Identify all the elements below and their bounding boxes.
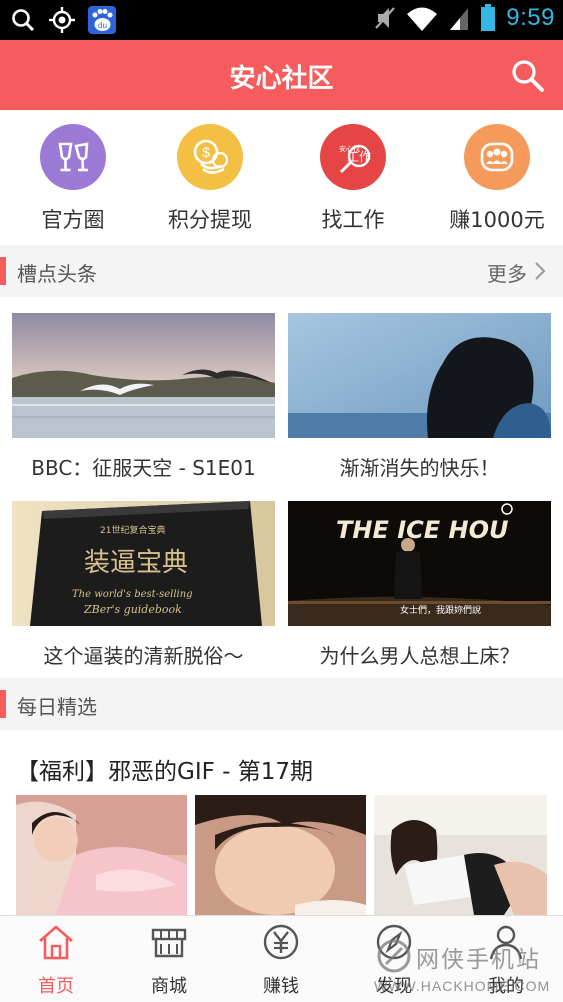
article-title: BBC：征服天空 - S1E01 [31,456,256,480]
gif-thumbnail-1[interactable] [16,795,187,915]
svg-text:$: $ [202,144,210,160]
header-search-icon[interactable] [509,57,545,93]
svg-text:21世纪复合宝典: 21世纪复合宝典 [100,524,165,536]
article-title: 为什么男人总想上床？ [319,644,520,668]
nav-label: 赚钱 [263,976,299,997]
more-link[interactable]: 更多 [487,258,527,287]
nav-discover[interactable]: 发现 [338,922,450,998]
daily-section-header: 每日精选 [0,678,563,730]
quick-entry-official[interactable]: 官方圈 [3,124,143,234]
quick-entry-label: 找工作 [321,208,385,232]
nav-label: 我的 [488,976,524,997]
svg-text:装逼宝典: 装逼宝典 [84,548,188,578]
nav-label: 首页 [38,976,74,997]
home-icon [39,925,73,960]
nav-label: 商城 [151,976,187,997]
battery-icon [481,4,496,31]
book-image: 21世纪复合宝典 装逼宝典 The world's best-selling Z… [12,501,275,626]
bottom-navigation: 首页 商城 赚钱 发现 我的 [0,915,563,1002]
baidu-icon: du [88,6,116,34]
group-icon [464,124,530,190]
article-title: 这个逼装的清新脱俗～ [43,644,244,668]
mute-icon [375,7,396,29]
title-bar: 安心社区 [0,40,563,110]
quick-entry-row: 官方圈 $ 积分提现 安心找 工作 找工作 赚1000元 [0,110,563,244]
chevron-right-icon[interactable] [533,261,547,281]
article-card[interactable]: THE ICE HOU 女士們，我跟妳們說 为什么男人总想上床？ [288,501,551,669]
wine-glasses-icon [40,124,106,190]
search-icon [12,9,35,32]
status-time: 9:59 [506,4,555,31]
yen-icon [263,924,299,960]
nav-home[interactable]: 首页 [0,922,112,998]
svg-text:THE ICE HOU: THE ICE HOU [336,516,508,544]
gif-thumbnail-3[interactable] [374,795,547,915]
svg-text:The world's best-selling: The world's best-selling [72,589,193,600]
page-title: 安心社区 [229,64,334,94]
daily-post-title[interactable]: 【福利】邪恶的GIF - 第17期 [16,752,313,786]
article-card[interactable]: 渐渐消失的快乐！ [288,313,551,481]
quick-entry-points[interactable]: $ 积分提现 [140,124,280,234]
ice-house-stage-image: THE ICE HOU 女士們，我跟妳們說 [288,501,551,626]
quick-entry-label: 赚1000元 [449,208,545,232]
status-bar: du 9:59 [0,0,563,40]
headlines-section-header: 槽点头条 更多 [0,245,563,297]
seagull-lake-image [12,313,275,438]
gps-icon [49,7,75,33]
quick-entry-label: 官方圈 [41,208,105,232]
signal-icon [450,8,469,30]
article-card[interactable]: 21世纪复合宝典 装逼宝典 The world's best-selling Z… [12,501,275,669]
section-accent-bar [0,690,6,718]
wifi-icon [407,7,438,31]
compass-icon [376,924,412,960]
article-card[interactable]: BBC：征服天空 - S1E01 [12,313,275,481]
gif-thumbnail-2[interactable] [195,795,366,915]
section-title: 每日精选 [17,695,97,719]
quick-entry-job[interactable]: 安心找 工作 找工作 [283,124,423,234]
baidu-text: du [98,21,107,30]
svg-text:女士們，我跟妳們說: 女士們，我跟妳們說 [400,604,481,616]
store-icon [151,928,187,958]
quick-entry-earn[interactable]: 赚1000元 [427,124,563,234]
section-accent-bar [0,257,6,285]
quick-entry-label: 积分提现 [168,208,252,232]
svg-text:ZBer's guidebook: ZBer's guidebook [83,603,182,616]
nav-store[interactable]: 商城 [113,922,225,998]
profile-icon [489,925,523,960]
section-title: 槽点头条 [17,262,97,286]
coins-icon: $ [177,124,243,190]
person-silhouette-image [288,313,551,438]
nav-profile[interactable]: 我的 [450,922,562,998]
nav-label: 发现 [376,976,412,997]
status-right-icons: 9:59 [374,4,555,32]
status-left-icons: du [10,6,116,34]
nav-earn[interactable]: 赚钱 [225,922,337,998]
job-icon: 安心找 工作 [320,124,386,190]
article-title: 渐渐消失的快乐！ [339,456,500,480]
